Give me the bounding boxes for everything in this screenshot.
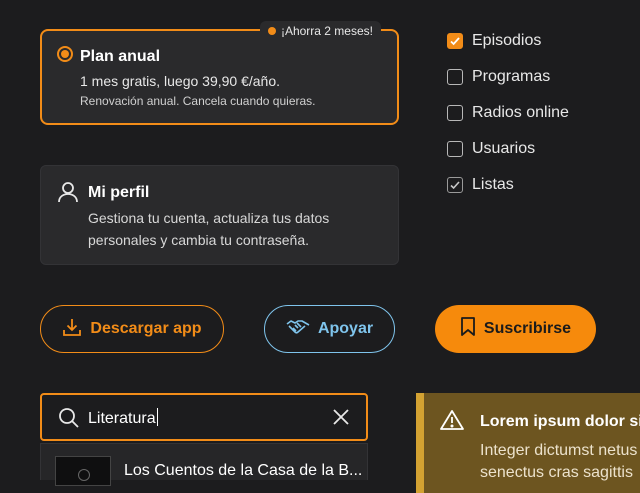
download-app-label: Descargar app [90, 320, 202, 337]
filter-label: Episodios [472, 32, 542, 49]
user-icon [57, 181, 79, 208]
thumbnail-emblem [78, 469, 90, 481]
search-input[interactable]: Literatura [40, 393, 368, 441]
filter-usuarios[interactable]: Usuarios [447, 139, 535, 159]
clear-search-icon[interactable] [332, 408, 350, 431]
subscribe-label: Suscribirse [483, 320, 572, 337]
result-thumbnail [55, 456, 111, 486]
checkbox-listas[interactable] [447, 177, 463, 193]
filter-listas[interactable]: Listas [447, 175, 514, 195]
search-query: Literatura [88, 408, 158, 428]
download-icon [62, 317, 82, 342]
profile-description: Gestiona tu cuenta, actualiza tus datos … [88, 210, 330, 248]
filter-radios-online[interactable]: Radios online [447, 103, 569, 123]
plan-title: Plan anual [80, 48, 161, 65]
plan-note: Renovación anual. Cancela cuando quieras… [80, 94, 316, 108]
savings-badge: ¡Ahorra 2 meses! [259, 21, 381, 41]
savings-badge-label: ¡Ahorra 2 meses! [280, 24, 373, 38]
alert-body-line: senectus cras sagittis [480, 464, 633, 481]
subscribe-button[interactable]: Suscribirse [435, 305, 596, 353]
filter-episodios[interactable]: Episodios [447, 31, 541, 51]
filter-label: Usuarios [472, 140, 536, 157]
checkbox-radios-online[interactable] [447, 105, 463, 121]
checkbox-episodios[interactable] [447, 33, 463, 49]
search-icon [58, 407, 80, 434]
filter-label: Programas [472, 68, 551, 85]
filter-label: Listas [472, 176, 514, 193]
alert-title: Lorem ipsum dolor sit [480, 413, 640, 430]
warning-icon [440, 409, 464, 436]
plan-radio[interactable] [57, 46, 73, 62]
filter-label: Radios online [472, 104, 569, 121]
alert-body-line: Integer dictumst netus [480, 442, 638, 459]
support-button[interactable]: Apoyar [264, 305, 395, 353]
warning-alert: Lorem ipsum dolor sit Integer dictumst n… [416, 393, 640, 493]
support-label: Apoyar [317, 320, 374, 337]
plan-price: 1 mes gratis, luego 39,90 €/año. [80, 73, 281, 89]
result-title: Los Cuentos de la Casa de la B... [124, 462, 363, 479]
checkbox-usuarios[interactable] [447, 141, 463, 157]
profile-title: Mi perfil [88, 184, 150, 201]
search-query-text: Literatura [88, 410, 156, 427]
text-caret [156, 408, 158, 426]
annual-plan-card[interactable]: ¡Ahorra 2 meses! Plan anual 1 mes gratis… [40, 21, 399, 125]
filter-programas[interactable]: Programas [447, 67, 550, 87]
profile-card[interactable]: Mi perfil Gestiona tu cuenta, actualiza … [40, 165, 399, 265]
handshake-icon [286, 318, 310, 341]
download-app-button[interactable]: Descargar app [40, 305, 224, 353]
bookmark-icon [460, 316, 476, 342]
alert-body: Integer dictumst netus senectus cras sag… [480, 440, 640, 484]
checkbox-programas[interactable] [447, 69, 463, 85]
search-result-item[interactable]: Los Cuentos de la Casa de la B... [40, 443, 368, 486]
badge-dot [267, 27, 276, 35]
